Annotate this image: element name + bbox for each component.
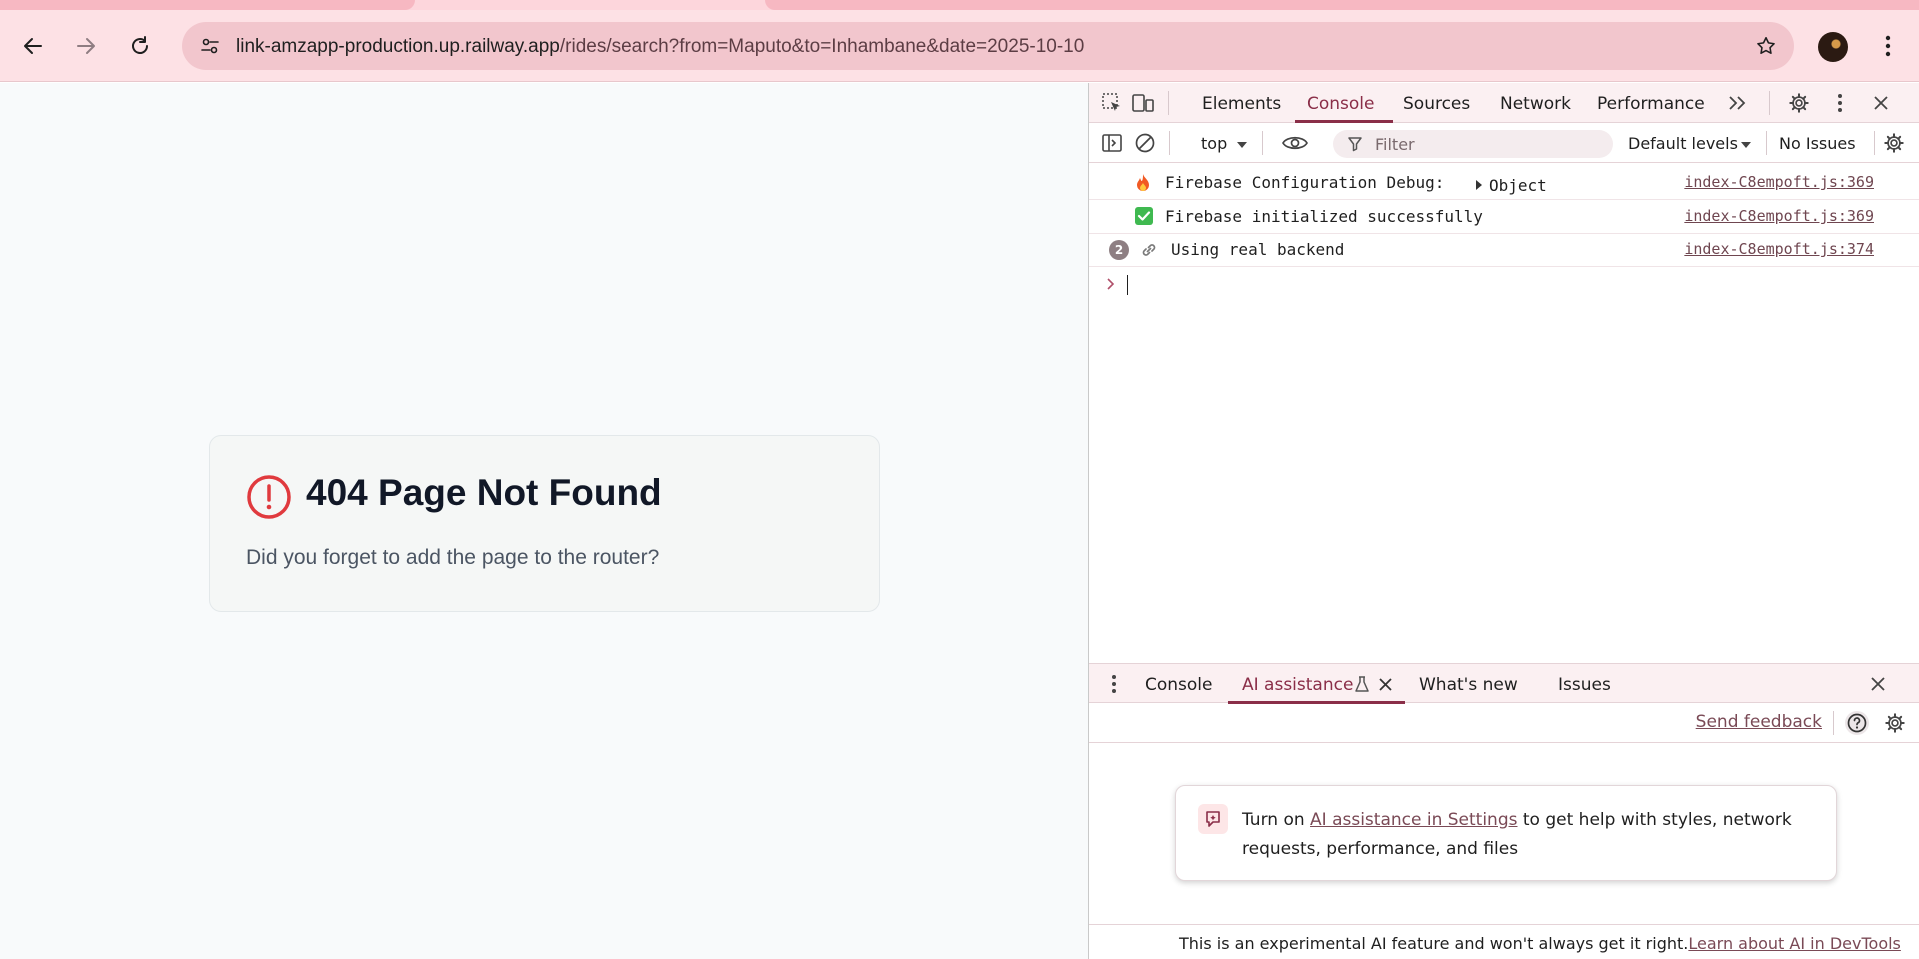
close-drawer-icon[interactable]: [1865, 671, 1891, 697]
learn-about-ai-link[interactable]: Learn about AI in DevTools: [1688, 934, 1901, 953]
ai-text-prefix: Turn on: [1242, 810, 1311, 830]
devtools-panel: Elements Console Sources Network Perform…: [1088, 83, 1919, 959]
console-log-row: Firebase initialized successfully index-…: [1089, 200, 1919, 234]
back-button[interactable]: [15, 28, 51, 64]
chevron-down-icon: [1237, 142, 1247, 148]
tab-console[interactable]: Console: [1307, 94, 1375, 114]
log-message: Firebase Configuration Debug:: [1165, 173, 1445, 192]
url-host: link-amzapp-production.up.railway.app: [236, 36, 560, 57]
divider: [1168, 91, 1169, 115]
divider: [1766, 131, 1767, 155]
log-source-link[interactable]: index-C8empoft.js:369: [1684, 207, 1874, 225]
live-expression-eye-icon[interactable]: [1280, 130, 1310, 156]
filter-placeholder: Filter: [1375, 135, 1415, 154]
url-path: /rides/search?from=Maputo&to=Inhambane&d…: [559, 36, 1085, 57]
expand-triangle-icon[interactable]: [1475, 180, 1483, 190]
log-source-link[interactable]: index-C8empoft.js:374: [1684, 240, 1874, 258]
filter-input[interactable]: Filter: [1333, 130, 1613, 158]
flask-icon: [1355, 676, 1369, 692]
settings-gear-icon[interactable]: [1786, 90, 1812, 116]
alert-circle-icon: [247, 475, 291, 519]
prompt-chevron-icon: [1107, 278, 1115, 290]
site-info-icon[interactable]: [194, 30, 226, 62]
ai-settings-link[interactable]: AI assistance in Settings: [1310, 810, 1517, 830]
log-object[interactable]: Object: [1489, 176, 1547, 195]
divider: [1769, 91, 1770, 115]
drawer-menu-icon[interactable]: [1101, 671, 1127, 697]
ai-opt-in-text: Turn on AI assistance in Settings to get…: [1242, 806, 1802, 864]
clear-console-icon[interactable]: [1132, 130, 1158, 156]
not-found-card: 404 Page Not Found Did you forget to add…: [209, 435, 880, 612]
browser-menu-icon[interactable]: [1876, 30, 1900, 62]
drawer-tab-issues[interactable]: Issues: [1558, 675, 1611, 695]
close-tab-icon[interactable]: [1379, 678, 1392, 691]
repeat-count-badge: 2: [1109, 240, 1129, 260]
profile-avatar[interactable]: [1818, 32, 1848, 62]
check-mark-icon: [1135, 207, 1153, 225]
ai-opt-in-card: Turn on AI assistance in Settings to get…: [1175, 785, 1837, 881]
log-message: Firebase initialized successfully: [1165, 207, 1483, 226]
send-feedback-link[interactable]: Send feedback: [1696, 712, 1822, 732]
drawer-tab-whats-new[interactable]: What's new: [1419, 675, 1518, 695]
forward-button[interactable]: [68, 28, 104, 64]
tab-network[interactable]: Network: [1500, 94, 1571, 114]
disclaimer-text: This is an experimental AI feature and w…: [1179, 934, 1689, 953]
drawer-tab-bar: Console AI assistance What's new Issues: [1089, 663, 1919, 704]
drawer-tab-console[interactable]: Console: [1145, 675, 1213, 695]
forward-arrow-icon: [77, 38, 95, 54]
divider: [1169, 131, 1170, 155]
context-selector[interactable]: top: [1201, 134, 1227, 153]
devtools-tab-bar: Elements Console Sources Network Perform…: [1089, 83, 1919, 123]
text-cursor: [1127, 275, 1128, 295]
console-toolbar: top Filter Default levels No Issues: [1089, 123, 1919, 163]
error-message: Did you forget to add the page to the ro…: [246, 546, 660, 569]
back-arrow-icon: [24, 38, 42, 54]
inspect-element-icon[interactable]: [1099, 90, 1125, 116]
browser-tab[interactable]: [0, 0, 415, 10]
devtools-menu-icon[interactable]: [1827, 90, 1853, 116]
url-text: link-amzapp-production.up.railway.app/ri…: [236, 36, 1084, 58]
address-bar[interactable]: link-amzapp-production.up.railway.app/ri…: [182, 22, 1794, 70]
page-title: 404 Page Not Found: [306, 472, 662, 513]
tab-elements[interactable]: Elements: [1202, 94, 1281, 114]
chevron-down-icon: [1741, 142, 1751, 148]
divider: [1833, 711, 1834, 735]
ai-assistance-toolbar: Send feedback: [1089, 703, 1919, 743]
console-prompt[interactable]: [1089, 269, 1919, 299]
tab-strip: [0, 0, 1919, 10]
drawer-tab-ai-assistance[interactable]: AI assistance: [1242, 675, 1353, 695]
help-icon[interactable]: [1844, 710, 1870, 736]
bookmark-star-icon[interactable]: [1752, 32, 1780, 60]
device-toolbar-icon[interactable]: [1130, 90, 1156, 116]
console-log-row: Firebase Configuration Debug: Object ind…: [1089, 164, 1919, 200]
close-devtools-icon[interactable]: [1868, 90, 1894, 116]
ai-spark-icon: [1198, 804, 1228, 834]
fire-emoji-icon: [1137, 174, 1149, 191]
sidebar-toggle-icon[interactable]: [1099, 130, 1125, 156]
issues-counter[interactable]: No Issues: [1779, 134, 1856, 153]
divider: [1874, 131, 1875, 155]
log-message: Using real backend: [1171, 240, 1345, 259]
divider: [1262, 131, 1263, 155]
console-settings-gear-icon[interactable]: [1881, 130, 1907, 156]
reload-icon: [132, 36, 148, 54]
browser-toolbar: link-amzapp-production.up.railway.app/ri…: [0, 10, 1919, 82]
log-levels-dropdown[interactable]: Default levels: [1628, 134, 1738, 153]
more-tabs-icon[interactable]: [1724, 90, 1750, 116]
browser-tab[interactable]: [765, 0, 1919, 10]
console-log-row: 2 Using real backend index-C8empoft.js:3…: [1089, 234, 1919, 267]
ai-disclaimer: This is an experimental AI feature and w…: [1089, 924, 1919, 959]
link-icon: [1142, 244, 1156, 256]
tab-sources[interactable]: Sources: [1403, 94, 1470, 114]
page-viewport: 404 Page Not Found Did you forget to add…: [0, 83, 1088, 959]
ai-settings-gear-icon[interactable]: [1882, 710, 1908, 736]
reload-button[interactable]: [122, 28, 158, 64]
filter-funnel-icon: [1348, 137, 1362, 152]
tab-performance[interactable]: Performance: [1597, 94, 1705, 114]
log-source-link[interactable]: index-C8empoft.js:369: [1684, 173, 1874, 191]
